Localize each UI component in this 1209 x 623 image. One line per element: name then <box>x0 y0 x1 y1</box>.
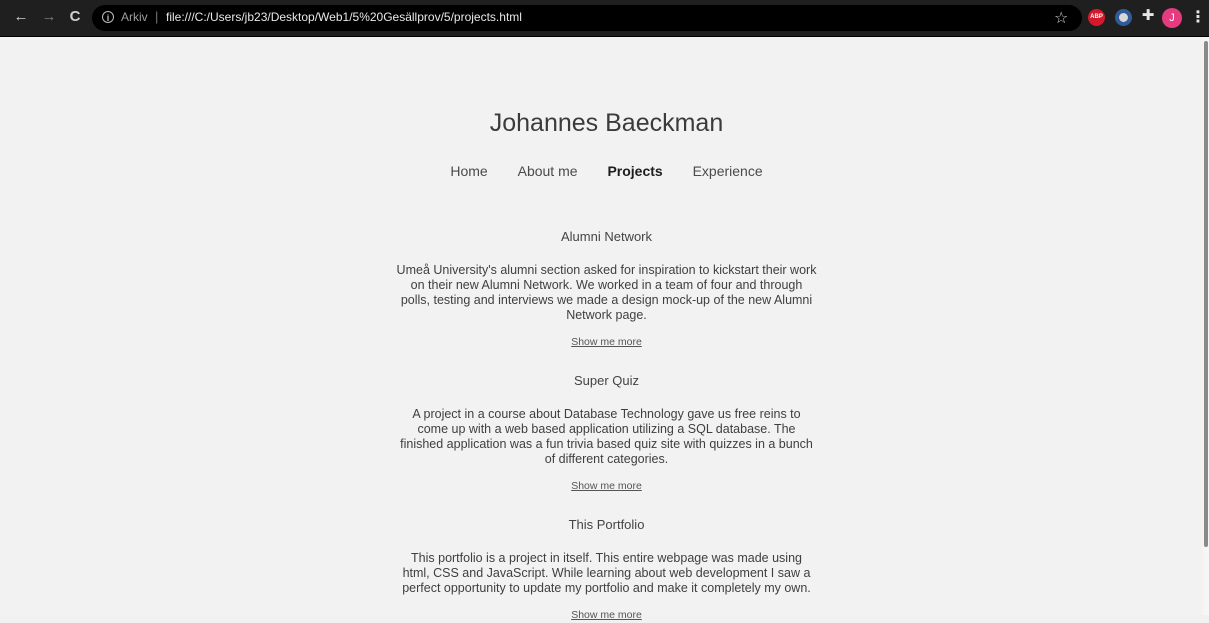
info-icon[interactable]: i <box>102 11 114 23</box>
nav-item-experience[interactable]: Experience <box>693 163 763 179</box>
nav-item-about-me[interactable]: About me <box>518 163 578 179</box>
profile-avatar[interactable]: J <box>1162 8 1182 28</box>
adblock-extension-icon[interactable]: ABP <box>1088 9 1105 26</box>
url-text[interactable]: file:///C:/Users/jb23/Desktop/Web1/5%20G… <box>166 10 522 24</box>
browser-toolbar: ← → C i Arkiv | file:///C:/Users/jb23/De… <box>0 0 1209 37</box>
project-title: Alumni Network <box>560 229 653 244</box>
project-description: A project in a course about Database Tec… <box>400 407 813 466</box>
project-title: This Portfolio <box>568 517 645 532</box>
project-card: Super Quiz A project in a course about D… <box>396 373 817 494</box>
bookmark-star-icon[interactable]: ☆ <box>1054 8 1068 28</box>
extension-circle-icon[interactable] <box>1115 9 1132 26</box>
scrollbar-thumb[interactable] <box>1204 41 1208 547</box>
forward-arrow-icon[interactable]: → <box>40 8 58 26</box>
reload-icon[interactable]: C <box>66 8 84 26</box>
page-title: Johannes Baeckman <box>489 109 724 137</box>
show-more-link[interactable]: Show me more <box>571 336 642 348</box>
site-info-label[interactable]: Arkiv <box>121 10 148 24</box>
project-card: This Portfolio This portfolio is a proje… <box>396 517 817 623</box>
nav-item-home[interactable]: Home <box>450 163 487 179</box>
back-arrow-icon[interactable]: ← <box>12 8 30 26</box>
project-card: Alumni Network Umeå University's alumni … <box>396 229 817 350</box>
project-title: Super Quiz <box>573 373 640 388</box>
show-more-link[interactable]: Show me more <box>571 480 642 492</box>
address-separator: | <box>155 9 159 24</box>
show-more-link[interactable]: Show me more <box>571 609 642 621</box>
project-description: Umeå University's alumni section asked f… <box>396 263 817 322</box>
project-description: This portfolio is a project in itself. T… <box>402 551 811 595</box>
page-content: Johannes Baeckman Home About me Projects… <box>0 37 1203 621</box>
browser-menu-icon[interactable]: ⋮ <box>1190 8 1206 28</box>
main-nav: Home About me Projects Experience <box>0 163 1209 179</box>
address-bar[interactable]: i Arkiv | file:///C:/Users/jb23/Desktop/… <box>92 5 1082 31</box>
nav-item-projects[interactable]: Projects <box>607 163 662 179</box>
extensions-puzzle-icon[interactable]: ✚ <box>1140 7 1156 25</box>
